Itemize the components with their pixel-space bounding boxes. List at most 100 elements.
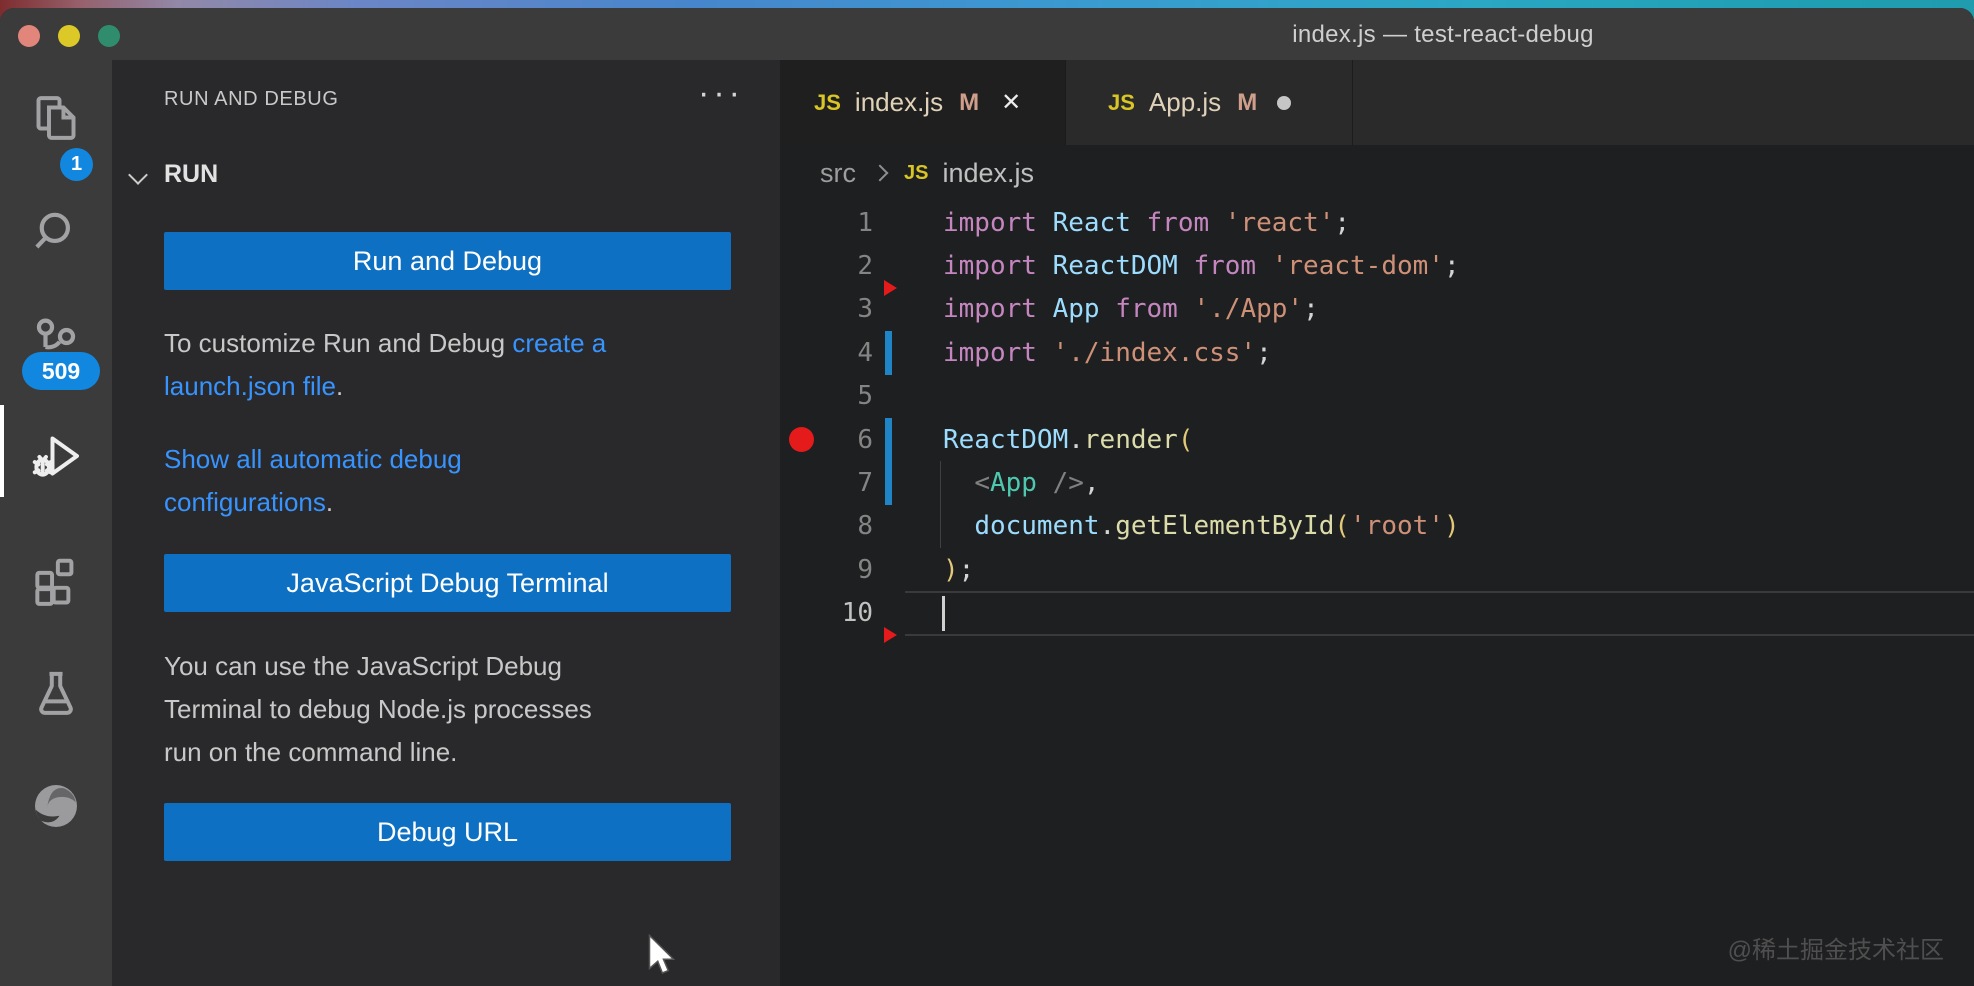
tab-app-js[interactable]: JS App.js M — [1065, 60, 1353, 145]
line-number[interactable]: 10 — [822, 598, 873, 628]
mouse-cursor — [648, 934, 684, 986]
more-actions-button[interactable]: ··· — [698, 78, 744, 108]
breakpoint-icon[interactable] — [789, 427, 814, 452]
code-line[interactable]: 4 import './index.css'; — [780, 331, 1974, 374]
edge-browser-icon[interactable] — [28, 778, 84, 834]
close-tab-icon[interactable]: ✕ — [1001, 88, 1021, 117]
line-number[interactable]: 8 — [822, 511, 873, 541]
editor-group: JS index.js M ✕ JS App.js M src JS index… — [780, 60, 1974, 986]
terminal-hint-text: You can use the JavaScript Debug Termina… — [164, 645, 754, 774]
code-line[interactable]: 9); — [780, 548, 1974, 591]
js-file-icon: JS — [904, 162, 928, 185]
code-line[interactable]: 1import React from 'react'; — [780, 201, 1974, 244]
breakpoint-gutter[interactable] — [780, 418, 822, 461]
screen: index.js — test-react-debug 1 — [0, 0, 1974, 986]
code-line[interactable]: 7 <App />, — [780, 461, 1974, 504]
code-text: document.getElementById('root') — [943, 511, 1460, 541]
breakpoint-gutter[interactable] — [780, 505, 822, 548]
red-marker-icon — [884, 280, 897, 296]
panel-title: RUN AND DEBUG — [164, 88, 339, 111]
active-view-indicator — [0, 405, 4, 497]
source-control-badge: 509 — [22, 352, 100, 390]
run-section-header[interactable]: RUN — [112, 160, 780, 194]
sidebar-item-explorer[interactable] — [28, 90, 84, 146]
breakpoint-gutter[interactable] — [780, 461, 822, 504]
customize-hint-text: To customize Run and Debug create a laun… — [164, 322, 754, 408]
debug-url-button[interactable]: Debug URL — [164, 803, 731, 861]
run-section-label: RUN — [164, 160, 218, 189]
code-line[interactable]: 2import ReactDOM from 'react-dom'; — [780, 244, 1974, 287]
run-and-debug-panel: RUN AND DEBUG ··· RUN Run and Debug To c… — [112, 60, 780, 986]
tab-label: App.js — [1149, 87, 1221, 118]
indent-guide — [940, 505, 941, 548]
line-number[interactable]: 6 — [822, 425, 873, 455]
breadcrumb: src JS index.js — [780, 145, 1974, 201]
minimize-window-button[interactable] — [58, 25, 80, 47]
sidebar-item-extensions[interactable] — [28, 550, 84, 606]
chevron-down-icon — [129, 166, 147, 184]
red-marker-icon — [884, 627, 897, 643]
code-text: ReactDOM.render( — [943, 425, 1193, 455]
modified-badge: M — [959, 89, 979, 117]
breakpoint-gutter[interactable] — [780, 244, 822, 287]
breakpoint-gutter[interactable] — [780, 331, 822, 374]
explorer-badge: 1 — [60, 148, 93, 181]
code-line[interactable]: 6 ReactDOM.render( — [780, 418, 1974, 461]
code-text: ); — [943, 555, 974, 585]
unsaved-dot-icon[interactable] — [1277, 96, 1291, 110]
activity-bar: 1 509 — [0, 60, 112, 986]
titlebar[interactable]: index.js — test-react-debug — [0, 8, 1974, 60]
code-line[interactable]: 5 — [780, 375, 1974, 418]
code-line[interactable]: 8 document.getElementById('root') — [780, 505, 1974, 548]
breadcrumb-folder[interactable]: src — [820, 158, 856, 189]
breakpoint-gutter[interactable] — [780, 201, 822, 244]
flask-icon — [28, 665, 84, 721]
line-number[interactable]: 1 — [822, 208, 873, 238]
git-modified-bar — [885, 461, 892, 504]
js-file-icon: JS — [814, 90, 841, 116]
extensions-icon — [28, 550, 84, 606]
git-modified-bar — [885, 331, 892, 374]
code-text: import App from './App'; — [943, 294, 1319, 324]
files-icon — [28, 90, 84, 146]
indent-guide — [940, 461, 941, 504]
breakpoint-gutter[interactable] — [780, 375, 822, 418]
tab-label: index.js — [855, 87, 943, 118]
line-number[interactable]: 2 — [822, 251, 873, 281]
search-icon — [28, 205, 84, 261]
show-debug-configs-link[interactable]: Show all automatic debug — [164, 444, 462, 474]
sidebar-item-search[interactable] — [28, 205, 84, 261]
vscode-window: index.js — test-react-debug 1 — [0, 8, 1974, 986]
code-editor[interactable]: 1import React from 'react';2import React… — [780, 201, 1974, 986]
line-number[interactable]: 7 — [822, 468, 873, 498]
code-line[interactable]: 3 import App from './App'; — [780, 288, 1974, 331]
modified-badge: M — [1237, 89, 1257, 117]
git-modified-bar — [885, 418, 892, 461]
tab-index-js[interactable]: JS index.js M ✕ — [780, 60, 1065, 145]
create-launch-json-link[interactable]: create a — [512, 328, 606, 358]
breakpoint-gutter[interactable] — [780, 548, 822, 591]
chevron-right-icon — [874, 166, 888, 180]
code-text: import './index.css'; — [943, 338, 1272, 368]
line-number[interactable]: 3 — [822, 294, 873, 324]
breadcrumb-file[interactable]: index.js — [942, 158, 1034, 189]
run-and-debug-button[interactable]: Run and Debug — [164, 232, 731, 290]
breakpoint-gutter[interactable] — [780, 288, 822, 331]
line-number[interactable]: 4 — [822, 338, 873, 368]
close-window-button[interactable] — [18, 25, 40, 47]
debug-icon — [28, 428, 84, 484]
js-file-icon: JS — [1108, 90, 1135, 116]
text-cursor — [942, 596, 945, 631]
breakpoint-gutter[interactable] — [780, 592, 822, 635]
show-debug-configs-link[interactable]: configurations — [164, 487, 326, 517]
sidebar-item-testing[interactable] — [28, 665, 84, 721]
line-number[interactable]: 5 — [822, 381, 873, 411]
code-line[interactable]: 10 — [780, 592, 1974, 635]
js-debug-terminal-button[interactable]: JavaScript Debug Terminal — [164, 554, 731, 612]
code-text: <App />, — [943, 468, 1100, 498]
create-launch-json-link[interactable]: launch.json file — [164, 371, 336, 401]
tab-bar: JS index.js M ✕ JS App.js M — [780, 60, 1974, 145]
sidebar-item-run-and-debug[interactable] — [28, 428, 84, 484]
line-number[interactable]: 9 — [822, 555, 873, 585]
maximize-window-button[interactable] — [98, 25, 120, 47]
